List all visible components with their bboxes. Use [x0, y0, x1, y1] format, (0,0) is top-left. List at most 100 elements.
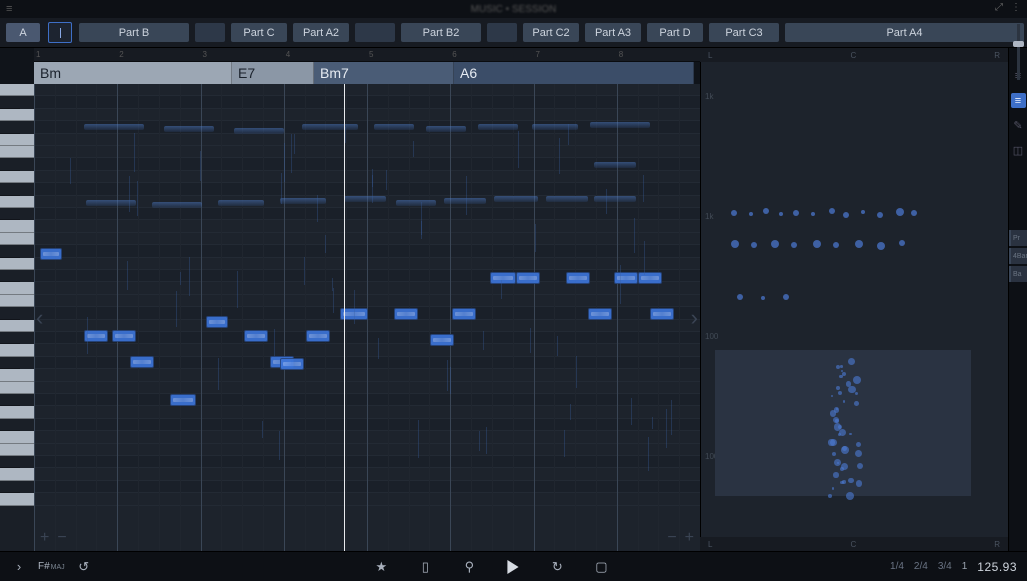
piano-key-white[interactable] [0, 233, 34, 245]
piano-key-black[interactable] [0, 158, 20, 170]
playhead[interactable] [344, 84, 345, 551]
midi-note[interactable] [516, 272, 540, 284]
piano-key-white[interactable] [0, 320, 34, 332]
piano-key-white[interactable] [0, 220, 34, 232]
chord-track[interactable]: BmE7Bm7A6 [34, 62, 700, 84]
piano-key-white[interactable] [0, 406, 34, 418]
piano-key-white[interactable] [0, 109, 34, 121]
zoom-out-icon[interactable]: − [57, 529, 66, 547]
tuning-fork-icon[interactable]: ⚲ [460, 558, 478, 576]
midi-note[interactable] [566, 272, 590, 284]
midi-note[interactable] [638, 272, 662, 284]
zoom-controls-right[interactable]: −+ [667, 529, 694, 547]
window-expand-icon[interactable]: ⤢ [995, 2, 1003, 13]
loop-icon[interactable]: ↻ [548, 558, 566, 576]
piano-key-white[interactable] [0, 431, 34, 443]
metronome-icon[interactable]: ▯ [416, 558, 434, 576]
piano-key-white[interactable] [0, 196, 34, 208]
part-tab[interactable]: Part B [79, 23, 189, 42]
piano-key-black[interactable] [0, 332, 20, 344]
time-sig-3[interactable]: 3/4 [938, 561, 952, 572]
side-property[interactable]: 4Bar [1009, 248, 1027, 264]
next-chord-icon[interactable]: › [691, 305, 698, 331]
bpm-display[interactable]: 125.93 [977, 560, 1017, 574]
midi-note[interactable] [306, 330, 330, 342]
part-tab[interactable]: Part C2 [523, 23, 579, 42]
piano-key-black[interactable] [0, 456, 20, 468]
midi-note[interactable] [490, 272, 516, 284]
piano-key-black[interactable] [0, 481, 20, 493]
list-icon[interactable]: ≡ [1011, 93, 1026, 108]
midi-note[interactable] [40, 248, 62, 260]
part-tab[interactable]: Part A2 [293, 23, 349, 42]
favorite-icon[interactable]: ★ [372, 558, 390, 576]
piano-key-white[interactable] [0, 171, 34, 183]
chord-segment[interactable]: A6 [454, 62, 694, 84]
zoom-out-icon[interactable]: − [667, 529, 676, 547]
piano-key-white[interactable] [0, 493, 34, 505]
eraser-icon[interactable]: ◫ [1011, 143, 1026, 158]
midi-note[interactable] [280, 358, 304, 370]
piano-key-black[interactable] [0, 357, 20, 369]
undo-icon[interactable]: ↺ [75, 558, 93, 576]
part-tab[interactable]: Part A3 [585, 23, 641, 42]
chord-segment[interactable]: E7 [232, 62, 314, 84]
piano-key-white[interactable] [0, 369, 34, 381]
midi-note[interactable] [112, 330, 136, 342]
midi-note[interactable] [430, 334, 454, 346]
chord-segment[interactable]: Bm7 [314, 62, 454, 84]
piano-key-white[interactable] [0, 84, 34, 96]
part-tab[interactable]: Part C3 [709, 23, 779, 42]
scatter-view[interactable]: 1k1k100100 [700, 62, 1008, 537]
side-property[interactable]: Pr [1009, 230, 1027, 246]
piano-key-black[interactable] [0, 394, 20, 406]
master-fader[interactable] [1012, 24, 1024, 80]
chord-segment[interactable]: Bm [34, 62, 232, 84]
part-tab[interactable]: Part D [647, 23, 703, 42]
stop-icon[interactable]: ▢ [592, 558, 610, 576]
piano-key-black[interactable] [0, 96, 20, 108]
play-button[interactable] [504, 558, 522, 576]
transport-collapse-icon[interactable]: › [10, 558, 28, 576]
time-sig-1[interactable]: 1/4 [890, 561, 904, 572]
piano-key-black[interactable] [0, 183, 20, 195]
piano-key-white[interactable] [0, 444, 34, 456]
zoom-in-icon[interactable]: + [40, 529, 49, 547]
window-more-icon[interactable]: ⋮ [1011, 2, 1021, 13]
midi-note[interactable] [244, 330, 268, 342]
piano-key-black[interactable] [0, 419, 20, 431]
midi-note[interactable] [206, 316, 228, 328]
bar-ruler[interactable]: 12345678 [34, 48, 700, 62]
piano-key-white[interactable] [0, 134, 34, 146]
part-tab[interactable]: Part A4 [785, 23, 1024, 42]
midi-note[interactable] [650, 308, 674, 320]
piano-key-black[interactable] [0, 208, 20, 220]
midi-note[interactable] [588, 308, 612, 320]
piano-key-black[interactable] [0, 307, 20, 319]
zoom-in-icon[interactable]: + [685, 529, 694, 547]
midi-note[interactable] [170, 394, 196, 406]
piano-key-white[interactable] [0, 282, 34, 294]
song-key-chip[interactable]: F#MAJ [38, 561, 65, 572]
midi-note[interactable] [452, 308, 476, 320]
app-menu-icon[interactable]: ≡ [6, 3, 12, 15]
midi-note[interactable] [614, 272, 638, 284]
piano-key-white[interactable] [0, 468, 34, 480]
zoom-controls-left[interactable]: +− [40, 529, 67, 547]
piano-key-white[interactable] [0, 295, 34, 307]
piano-key-black[interactable] [0, 245, 20, 257]
side-property[interactable]: Ba [1009, 266, 1027, 282]
part-tab[interactable]: Part B2 [401, 23, 481, 42]
pencil-icon[interactable]: ✎ [1011, 118, 1026, 133]
part-a-chip[interactable]: A [6, 23, 40, 42]
part-insert-point[interactable] [48, 22, 72, 43]
midi-note[interactable] [394, 308, 418, 320]
part-tab[interactable]: Part C [231, 23, 287, 42]
midi-note[interactable] [130, 356, 154, 368]
piano-key-black[interactable] [0, 270, 20, 282]
piano-key-white[interactable] [0, 258, 34, 270]
piano-key-white[interactable] [0, 344, 34, 356]
prev-chord-icon[interactable]: ‹ [36, 305, 43, 331]
piano-key-white[interactable] [0, 146, 34, 158]
piano-key-white[interactable] [0, 382, 34, 394]
